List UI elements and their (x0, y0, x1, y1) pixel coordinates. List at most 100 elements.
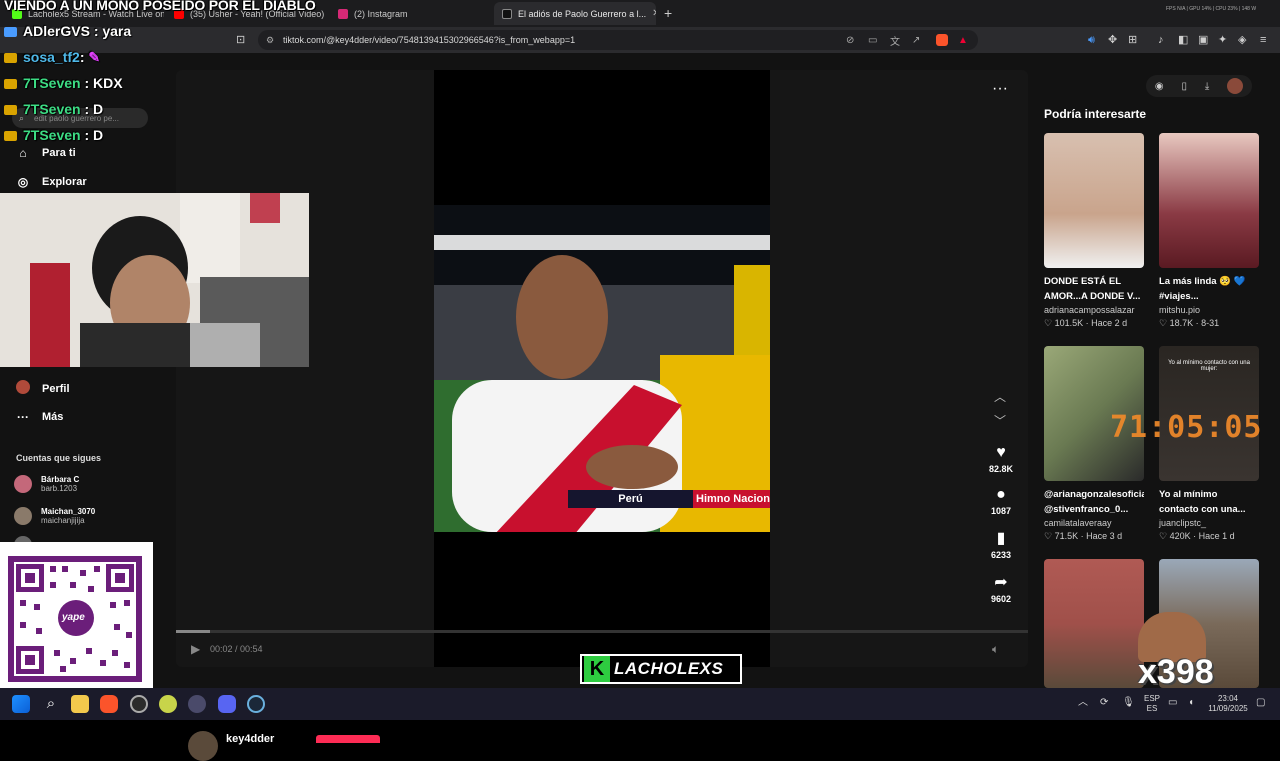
previous-video-button[interactable]: ︿ (994, 388, 1006, 405)
profile-icon (14, 380, 32, 397)
chat-line: ADlerGVS : yara (4, 23, 131, 39)
progress-bar[interactable] (176, 630, 1028, 633)
more-icon: ··· (17, 410, 29, 424)
sidebar-item-explorar[interactable]: ◎ Explorar (14, 175, 87, 189)
tracking-icon[interactable]: ⊘ (846, 35, 854, 46)
following-item[interactable]: Maichan_3070 maichanjijija (14, 507, 95, 525)
cast-icon[interactable]: ▭ (868, 35, 877, 46)
microphone-icon[interactable]: 🎙︎ (1122, 698, 1135, 708)
language-indicator[interactable]: ESP ES (1142, 694, 1162, 714)
chat-line: sosa_tf2: ✎ (4, 49, 100, 66)
tab-instagram[interactable]: (2) Instagram (330, 2, 490, 25)
crown-icon (4, 79, 17, 90)
author-avatar[interactable] (188, 731, 218, 761)
wallet-icon[interactable]: ▣ (1198, 33, 1208, 47)
stream-timer: 71:05:05 (1110, 410, 1263, 445)
sidebar-item-mas[interactable]: ··· Más (14, 410, 63, 424)
multiplier-counter: x398 (1138, 653, 1214, 691)
brave-icon[interactable] (100, 695, 118, 713)
save-button[interactable]: ▮ 6233 (984, 530, 1018, 560)
crown-icon (4, 53, 17, 64)
download-icon[interactable]: ⊞ (1128, 33, 1137, 47)
recommendation-card[interactable] (1044, 559, 1144, 688)
search-icon[interactable]: ⌕ (42, 695, 60, 713)
new-tab-button[interactable]: + (664, 5, 672, 21)
heart-icon: ♥ (996, 444, 1006, 461)
play-button[interactable]: ▶ (191, 642, 200, 656)
tiktok-icon (502, 8, 512, 19)
emote-icon: ✎ (88, 49, 101, 65)
video-player[interactable]: Perú Himno Nacion ··· ︿ ﹀ ♥ 82.8K ● 1087… (176, 70, 1028, 667)
system-stats: FPS N/A | GPU 14% | CPU 23% | 148 W (1166, 6, 1257, 12)
heart-outline-icon: ♡ (1044, 318, 1055, 328)
sidebar-icon[interactable]: ◧ (1178, 33, 1188, 47)
logo-k-icon: K (584, 656, 610, 682)
stream-banner: VIENDO A UN MONO POSEIDO POR EL DIABLO (4, 0, 316, 13)
volume-icon[interactable]: 🔈︎ (992, 642, 999, 657)
heart-outline-icon: ♡ (1159, 318, 1170, 328)
share-icon[interactable]: ↗ (912, 35, 920, 46)
author-name[interactable]: key4dder (226, 733, 274, 745)
sidebar-item-label: Para ti (42, 147, 76, 159)
brave-rewards-icon[interactable]: ▲ (958, 35, 968, 46)
coins-icon[interactable]: ◉ (1155, 81, 1164, 92)
download-icon[interactable]: ⤓ (1205, 81, 1209, 92)
more-options-button[interactable]: ··· (992, 80, 1008, 98)
comment-button[interactable]: ● 1087 (984, 486, 1018, 516)
volume-icon[interactable]: ◖ (1188, 698, 1194, 708)
steam-icon[interactable] (247, 695, 265, 713)
home-icon: ⌂ (19, 146, 27, 160)
avatar[interactable] (1227, 78, 1244, 94)
vpn-icon[interactable]: ◈ (1238, 33, 1246, 47)
obs-icon[interactable] (130, 695, 148, 713)
next-video-button[interactable]: ﹀ (994, 412, 1006, 429)
close-tab-icon[interactable]: ✕ (646, 8, 656, 19)
recommendation-card[interactable]: DONDE ESTÁ EL AMOR...A DONDE V... adrian… (1044, 133, 1144, 329)
like-button[interactable]: ♥ 82.8K (984, 444, 1018, 474)
stadium-scene (434, 205, 770, 532)
device-icon[interactable]: ▯ (1181, 81, 1187, 92)
top-right-actions: ◉ ▯ ⤓ (1146, 75, 1252, 97)
audio-icon[interactable]: 🔊︎ (1088, 33, 1095, 47)
crown-icon (4, 105, 17, 116)
card-thumbnail (1044, 559, 1144, 688)
extensions-icon[interactable]: ✥ (1108, 33, 1117, 47)
progress-fill (176, 630, 211, 633)
sync-icon[interactable]: ⟳ (1100, 698, 1108, 708)
avatar (14, 507, 32, 525)
bookmark-icon: ▮ (996, 530, 1006, 547)
translate-icon[interactable]: 文 (890, 33, 900, 48)
bookmark-icon[interactable]: ⊡ (236, 33, 245, 47)
following-item[interactable]: Bárbara Cbarb.1203 (14, 475, 79, 493)
windows-start-icon[interactable] (12, 695, 30, 713)
playback-time: 00:02 / 00:54 (210, 644, 263, 654)
leo-icon[interactable]: ✦ (1218, 33, 1227, 47)
network-icon[interactable]: ▭ (1168, 698, 1177, 708)
tray-chevron-icon[interactable]: ︿ (1078, 698, 1088, 708)
tab-title: (2) Instagram (354, 8, 408, 19)
brave-shield-icon[interactable] (936, 34, 948, 46)
webcam-feed (0, 193, 309, 367)
sidebar-item-perfil[interactable]: Perfil (14, 380, 70, 397)
logo-text: LACHOLEXS (614, 659, 724, 678)
chat-line: 7TSeven : KDX (4, 75, 123, 91)
app-icon[interactable] (188, 695, 206, 713)
discord-icon[interactable] (218, 695, 236, 713)
site-info-icon[interactable]: ⚙ (266, 35, 274, 46)
app-icon[interactable] (159, 695, 177, 713)
address-bar[interactable]: ⚙ tiktok.com/@key4dder/video/75481394153… (258, 30, 978, 50)
recommendation-card[interactable]: La más linda 🥺 💙 #viajes... mitshu.pio ♡… (1159, 133, 1259, 329)
caption-country: Perú (568, 490, 693, 508)
notifications-icon[interactable]: ▢ (1256, 698, 1265, 708)
tab-tiktok[interactable]: El adiós de Paolo Guerrero a l... ✕ (494, 2, 656, 25)
share-button[interactable]: ➦ 9602 (984, 574, 1018, 604)
file-explorer-icon[interactable] (71, 695, 89, 713)
music-icon[interactable]: ♪ (1158, 33, 1164, 47)
menu-icon[interactable]: ≡ (1260, 33, 1266, 47)
card-thumbnail (1044, 133, 1144, 268)
video-frame[interactable]: Perú Himno Nacion (434, 205, 770, 532)
clock[interactable]: 23:04 11/09/2025 (1206, 694, 1250, 714)
sidebar-item-para-ti[interactable]: ⌂ Para ti (14, 146, 76, 160)
follow-button[interactable] (316, 735, 380, 743)
chat-line: 7TSeven : D (4, 127, 103, 143)
